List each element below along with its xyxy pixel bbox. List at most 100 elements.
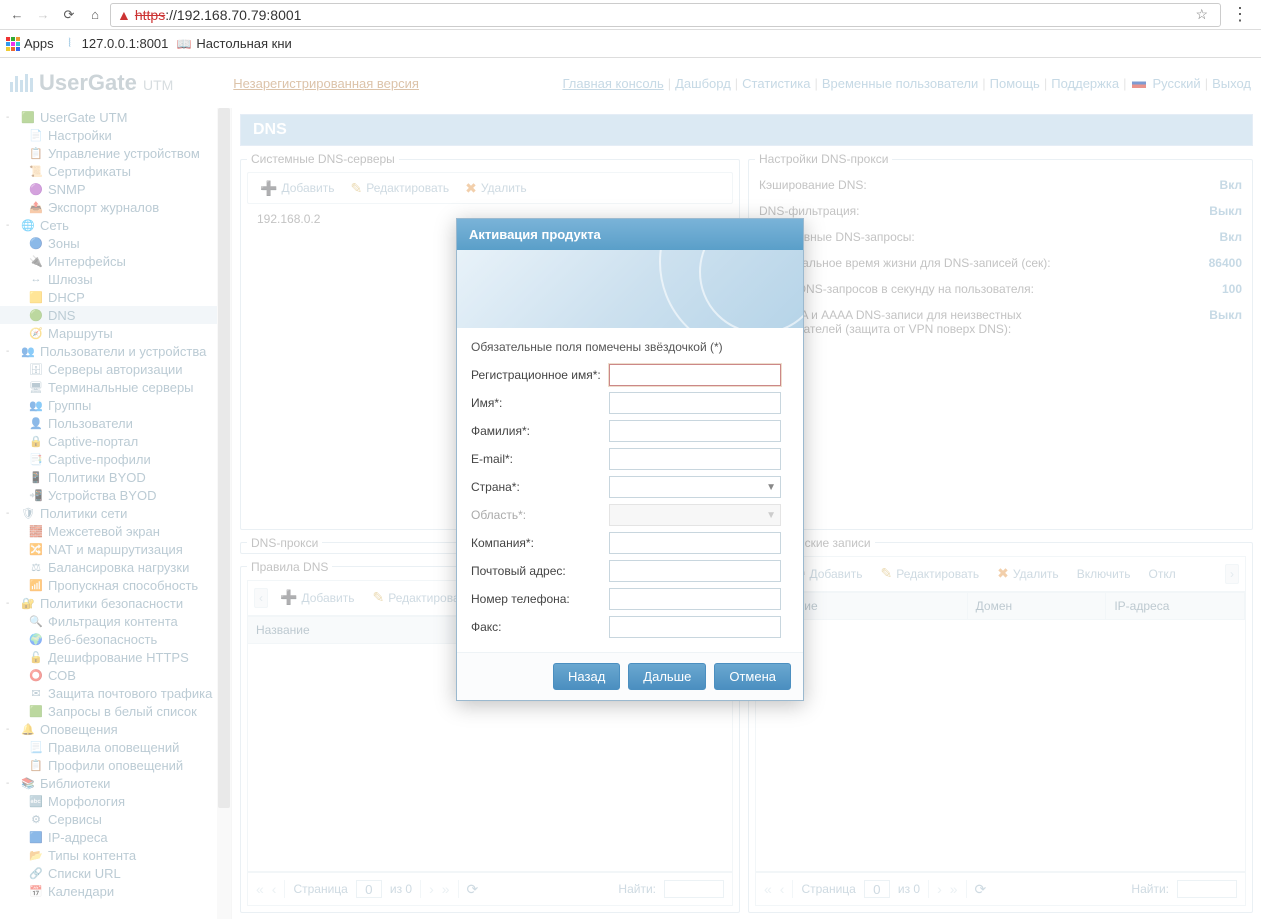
- last-name-input[interactable]: [609, 420, 781, 442]
- sidebar-item[interactable]: -🔐Политики безопасности: [0, 594, 231, 612]
- sidebar-item[interactable]: ⚖Балансировка нагрузки: [0, 558, 231, 576]
- sidebar-item[interactable]: 📲Устройства BYOD: [0, 486, 231, 504]
- bookmark-star-icon[interactable]: ☆: [1195, 6, 1208, 23]
- nav-temp-users[interactable]: Временные пользователи: [822, 76, 978, 91]
- sidebar-item[interactable]: -🔔Оповещения: [0, 720, 231, 738]
- sidebar-item[interactable]: ⚙Сервисы: [0, 810, 231, 828]
- nav-support[interactable]: Поддержка: [1051, 76, 1119, 91]
- email-input[interactable]: [609, 448, 781, 470]
- sidebar-item[interactable]: 🔍Фильтрация контента: [0, 612, 231, 630]
- add-button[interactable]: ➕Добавить: [254, 178, 340, 199]
- unregistered-link[interactable]: Незарегистрированная версия: [233, 76, 419, 91]
- sidebar-item[interactable]: 🟢DNS: [0, 306, 231, 324]
- expander-icon[interactable]: -: [6, 778, 16, 789]
- sidebar-item[interactable]: 🔗Списки URL: [0, 864, 231, 882]
- forward-button[interactable]: →: [32, 4, 54, 26]
- delete-button[interactable]: ✖Удалить: [991, 563, 1065, 584]
- next-page-button[interactable]: ›: [937, 881, 942, 897]
- nav-lang[interactable]: Русский: [1152, 76, 1200, 91]
- sidebar-item[interactable]: ✉Защита почтового трафика: [0, 684, 231, 702]
- sidebar-item[interactable]: 🌍Веб-безопасность: [0, 630, 231, 648]
- sidebar-item[interactable]: 🔀NAT и маршрутизация: [0, 540, 231, 558]
- setting-row[interactable]: DNS-фильтрация:Выкл: [755, 198, 1246, 224]
- sidebar-item[interactable]: 👤Пользователи: [0, 414, 231, 432]
- sidebar-item[interactable]: 📋Профили оповещений: [0, 756, 231, 774]
- nav-console[interactable]: Главная консоль: [562, 76, 663, 91]
- enable-button[interactable]: Включить: [1071, 565, 1137, 583]
- setting-row[interactable]: Только A и AAAA DNS-записи для неизвестн…: [755, 302, 1246, 342]
- setting-row[interactable]: Лимит DNS-запросов в секунду на пользова…: [755, 276, 1246, 302]
- expander-icon[interactable]: -: [6, 346, 16, 357]
- sidebar-item[interactable]: 🔒Captive-портал: [0, 432, 231, 450]
- first-page-button[interactable]: «: [256, 881, 264, 897]
- address-input[interactable]: [609, 560, 781, 582]
- page-input[interactable]: [864, 880, 890, 898]
- company-input[interactable]: [609, 532, 781, 554]
- sidebar-item[interactable]: 📋Управление устройством: [0, 144, 231, 162]
- expander-icon[interactable]: -: [6, 112, 16, 123]
- expander-icon[interactable]: -: [6, 508, 16, 519]
- nav-dashboard[interactable]: Дашборд: [675, 76, 731, 91]
- prev-page-button[interactable]: ‹: [780, 881, 785, 897]
- expander-icon[interactable]: -: [6, 220, 16, 231]
- apps-shortcut[interactable]: Apps: [6, 36, 54, 51]
- scroll-right-button[interactable]: ›: [1225, 564, 1239, 584]
- sidebar-item[interactable]: -🛡Политики сети: [0, 504, 231, 522]
- sidebar-item[interactable]: 📤Экспорт журналов: [0, 198, 231, 216]
- setting-row[interactable]: Кэширование DNS:Вкл: [755, 172, 1246, 198]
- sidebar-item[interactable]: 🔓Дешифрование HTTPS: [0, 648, 231, 666]
- page-input[interactable]: [356, 880, 382, 898]
- first-name-input[interactable]: [609, 392, 781, 414]
- sidebar-item[interactable]: -👥Пользователи и устройства: [0, 342, 231, 360]
- expander-icon[interactable]: -: [6, 724, 16, 735]
- prev-page-button[interactable]: ‹: [272, 881, 277, 897]
- find-input[interactable]: [1177, 880, 1237, 898]
- sidebar-item[interactable]: 📑Captive-профили: [0, 450, 231, 468]
- back-button[interactable]: Назад: [553, 663, 620, 690]
- bookmark-book[interactable]: 📖 Настольная кни: [176, 36, 291, 52]
- disable-button[interactable]: Откл: [1143, 565, 1182, 583]
- sidebar-item[interactable]: 👥Группы: [0, 396, 231, 414]
- sidebar-scrollbar[interactable]: [217, 108, 231, 919]
- sidebar-item[interactable]: 🔌Интерфейсы: [0, 252, 231, 270]
- scroll-left-button[interactable]: ‹: [254, 588, 268, 608]
- fax-input[interactable]: [609, 616, 781, 638]
- sidebar-item[interactable]: 📜Сертификаты: [0, 162, 231, 180]
- sidebar-item[interactable]: 🧱Межсетевой экран: [0, 522, 231, 540]
- last-page-button[interactable]: »: [442, 881, 450, 897]
- sidebar-item[interactable]: 🖥Терминальные серверы: [0, 378, 231, 396]
- cancel-button[interactable]: Отмена: [714, 663, 791, 690]
- setting-row[interactable]: Рекурсивные DNS-запросы:Вкл: [755, 224, 1246, 250]
- country-select[interactable]: ▼: [609, 476, 781, 498]
- nav-logout[interactable]: Выход: [1212, 76, 1251, 91]
- scrollbar-thumb[interactable]: [218, 108, 230, 808]
- url-bar[interactable]: ▲ https ://192.168.70.79:8001 ☆: [110, 3, 1221, 27]
- sidebar-item[interactable]: 🧭Маршруты: [0, 324, 231, 342]
- add-button[interactable]: ➕Добавить: [274, 587, 360, 608]
- first-page-button[interactable]: «: [764, 881, 772, 897]
- expander-icon[interactable]: -: [6, 598, 16, 609]
- nav-stats[interactable]: Статистика: [742, 76, 810, 91]
- reload-button[interactable]: ⟳: [58, 4, 80, 26]
- browser-menu-button[interactable]: ⋮: [1225, 4, 1255, 25]
- sidebar-item[interactable]: 🟣SNMP: [0, 180, 231, 198]
- sidebar-item[interactable]: ⭕СОВ: [0, 666, 231, 684]
- sidebar-item[interactable]: 🟦IP-адреса: [0, 828, 231, 846]
- sidebar-item[interactable]: -🌐Сеть: [0, 216, 231, 234]
- nav-help[interactable]: Помощь: [990, 76, 1040, 91]
- home-button[interactable]: ⌂: [84, 4, 106, 26]
- sidebar-item[interactable]: 📄Настройки: [0, 126, 231, 144]
- sidebar-item[interactable]: -🟩UserGate UTM: [0, 108, 231, 126]
- sidebar-item[interactable]: -📚Библиотеки: [0, 774, 231, 792]
- sidebar-item[interactable]: ↔Шлюзы: [0, 270, 231, 288]
- reg-name-input[interactable]: [609, 364, 781, 386]
- sidebar-item[interactable]: 🟩Запросы в белый список: [0, 702, 231, 720]
- refresh-button[interactable]: ⟳: [975, 881, 987, 898]
- edit-button[interactable]: ✎Редактировать: [874, 563, 985, 584]
- bookmark-local[interactable]: ⦚ 127.0.0.1:8001: [62, 36, 169, 52]
- back-button[interactable]: ←: [6, 4, 28, 26]
- sidebar-item[interactable]: 📱Политики BYOD: [0, 468, 231, 486]
- sidebar-item[interactable]: 📂Типы контента: [0, 846, 231, 864]
- sidebar-item[interactable]: 🗄Серверы авторизации: [0, 360, 231, 378]
- sidebar-item[interactable]: 🔤Морфология: [0, 792, 231, 810]
